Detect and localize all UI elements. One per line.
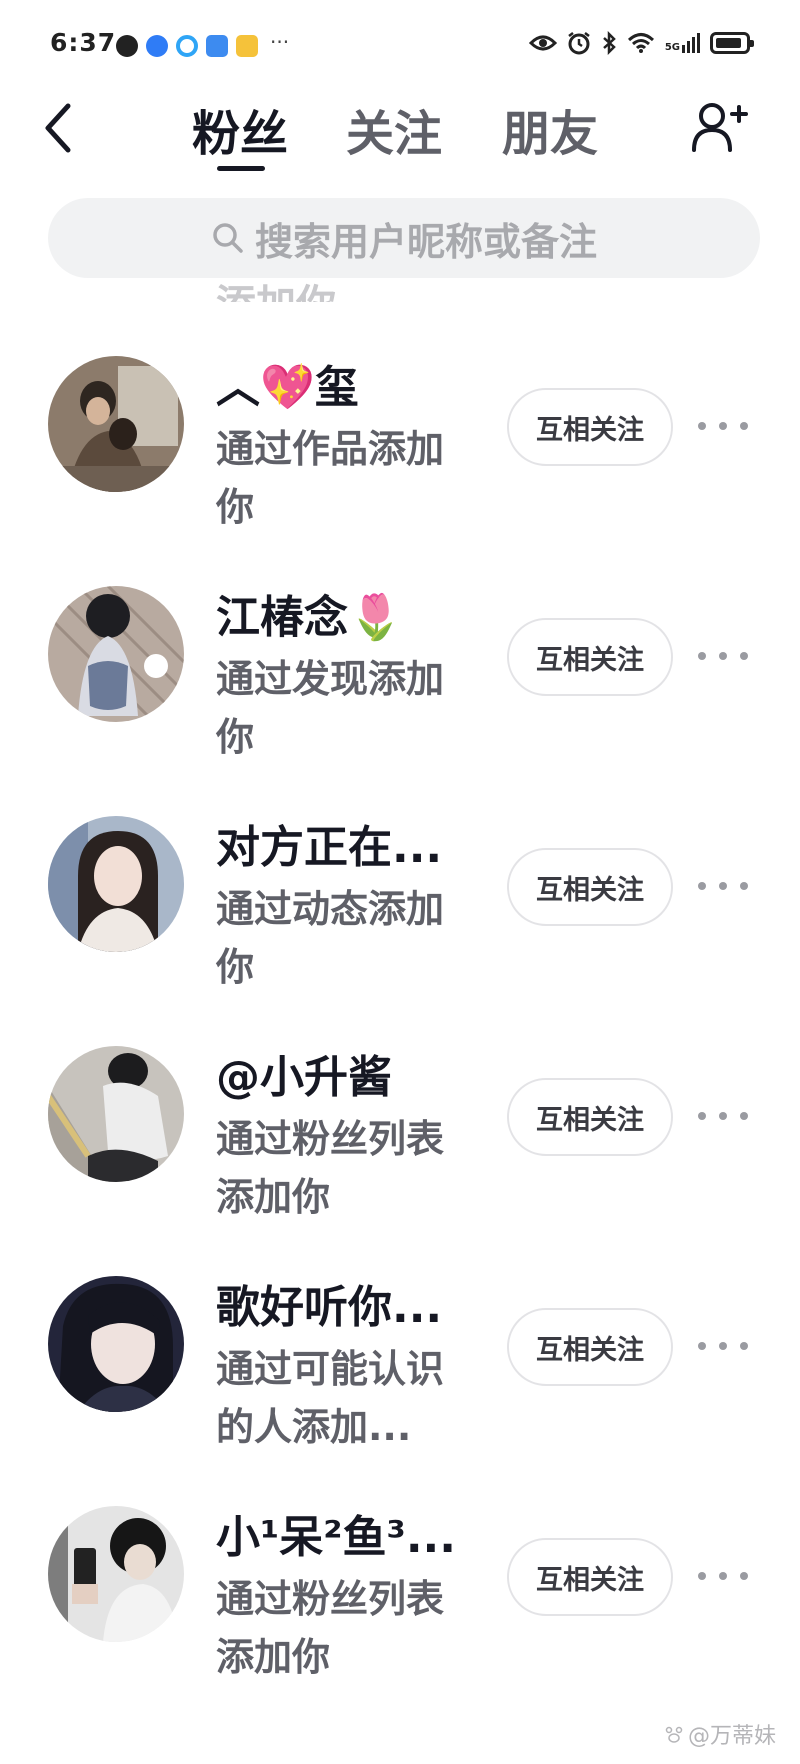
follow-source: 通过作品添加你	[216, 427, 445, 529]
mutual-follow-button[interactable]: 互相关注	[507, 618, 673, 696]
follow-source: 通过发现添加你	[216, 657, 445, 759]
more-dot-icon	[698, 882, 706, 890]
user-name: 江椿念🌷	[216, 592, 403, 643]
more-dot-icon	[719, 1572, 727, 1580]
more-dot-icon	[698, 652, 706, 660]
status-more-indicator: ···	[270, 30, 290, 54]
search-placeholder: 搜索用户昵称或备注	[254, 219, 597, 264]
user-name: ︿💖玺	[216, 362, 359, 413]
search-input[interactable]: 搜索用户昵称或备注	[48, 198, 760, 278]
list-item[interactable]: 江椿念🌷 通过发现添加你 互相关注	[0, 530, 800, 760]
more-options-button[interactable]	[698, 1096, 748, 1136]
alarm-icon	[568, 32, 590, 55]
mutual-follow-button[interactable]: 互相关注	[507, 1538, 673, 1616]
cloud-icon	[176, 35, 198, 57]
status-time: 6:37	[50, 28, 117, 57]
watermark: @万蒂妹	[664, 1718, 776, 1750]
network-type: 5G	[664, 42, 680, 53]
user-name: 对方正在...	[216, 822, 443, 873]
more-dot-icon	[698, 1572, 706, 1580]
more-options-button[interactable]	[698, 866, 748, 906]
more-dot-icon	[719, 652, 727, 660]
back-button[interactable]	[38, 98, 82, 158]
app-folder-icon	[206, 35, 228, 57]
mutual-follow-button[interactable]: 互相关注	[507, 1078, 673, 1156]
more-dot-icon	[698, 1342, 706, 1350]
user-name: 歌好听你...	[216, 1282, 443, 1333]
more-dot-icon	[740, 652, 748, 660]
list-item[interactable]: ︿💖玺 通过作品添加你 互相关注	[0, 300, 800, 530]
avatar-image	[48, 1276, 184, 1412]
more-dot-icon	[740, 422, 748, 430]
more-dot-icon	[740, 882, 748, 890]
mutual-follow-button[interactable]: 互相关注	[507, 848, 673, 926]
avatar[interactable]	[48, 816, 184, 952]
battery-level	[716, 38, 741, 48]
follow-source: 通过粉丝列表添加你	[216, 1117, 445, 1219]
more-options-button[interactable]	[698, 1556, 748, 1596]
add-user-icon	[692, 103, 748, 152]
avatar-image	[48, 586, 184, 722]
avatar[interactable]	[48, 586, 184, 722]
user-name: @小升酱	[216, 1052, 392, 1103]
previous-row-fragment: 添加你	[216, 272, 336, 302]
tab-friends[interactable]: 朋友	[502, 94, 598, 164]
avatar-image	[48, 1046, 184, 1182]
list-item[interactable]: @小升酱 通过粉丝列表添加你 互相关注	[0, 990, 800, 1220]
status-bar: 6:37 ··· 5G	[0, 0, 800, 90]
more-dot-icon	[698, 422, 706, 430]
bluetooth-icon	[602, 31, 616, 55]
avatar[interactable]	[48, 1046, 184, 1182]
more-dot-icon	[719, 882, 727, 890]
avatar[interactable]	[48, 356, 184, 492]
avatar-image	[48, 816, 184, 952]
mutual-follow-button[interactable]: 互相关注	[507, 1308, 673, 1386]
more-dot-icon	[719, 1342, 727, 1350]
follow-source: 通过动态添加你	[216, 887, 445, 989]
more-dot-icon	[740, 1112, 748, 1120]
cellular-signal-icon: 5G	[665, 33, 700, 53]
more-dot-icon	[719, 422, 727, 430]
list-item[interactable]: 小¹呆²鱼³... 通过粉丝列表添加你 互相关注	[0, 1450, 800, 1680]
more-dot-icon	[719, 1112, 727, 1120]
more-dot-icon	[698, 1112, 706, 1120]
more-options-button[interactable]	[698, 1326, 748, 1366]
add-friend-button[interactable]	[690, 100, 748, 154]
active-tab-indicator	[217, 166, 265, 171]
more-options-button[interactable]	[698, 636, 748, 676]
avatar-image	[48, 356, 184, 492]
avatar-image	[48, 1506, 184, 1642]
watermark-text: @万蒂妹	[687, 1724, 776, 1749]
tab-followers[interactable]: 粉丝	[192, 94, 288, 164]
more-dot-icon	[740, 1572, 748, 1580]
list-item[interactable]: 对方正在... 通过动态添加你 互相关注	[0, 760, 800, 990]
mutual-follow-button[interactable]: 互相关注	[507, 388, 673, 466]
status-right-icons: 5G	[528, 31, 754, 55]
avatar[interactable]	[48, 1506, 184, 1642]
app-blue-icon	[146, 35, 168, 57]
status-app-icons: ···	[116, 30, 289, 58]
avatar[interactable]	[48, 1276, 184, 1412]
user-name: 小¹呆²鱼³...	[216, 1512, 456, 1563]
top-navigation: 粉丝 关注 朋友	[0, 90, 800, 180]
battery-icon	[710, 32, 754, 54]
wifi-icon	[627, 33, 654, 53]
search-icon	[213, 223, 243, 253]
follow-source: 通过可能认识的人添加...	[216, 1347, 445, 1449]
list-item[interactable]: 歌好听你... 通过可能认识的人添加... 互相关注	[0, 1220, 800, 1450]
paw-icon	[665, 1726, 683, 1743]
follow-source: 通过粉丝列表添加你	[216, 1577, 445, 1679]
more-dot-icon	[740, 1342, 748, 1350]
chevron-left-icon	[45, 103, 71, 153]
app-notes-icon	[236, 35, 258, 57]
more-options-button[interactable]	[698, 406, 748, 446]
tab-following[interactable]: 关注	[346, 94, 442, 164]
message-icon	[116, 35, 138, 57]
eye-icon	[528, 35, 557, 51]
